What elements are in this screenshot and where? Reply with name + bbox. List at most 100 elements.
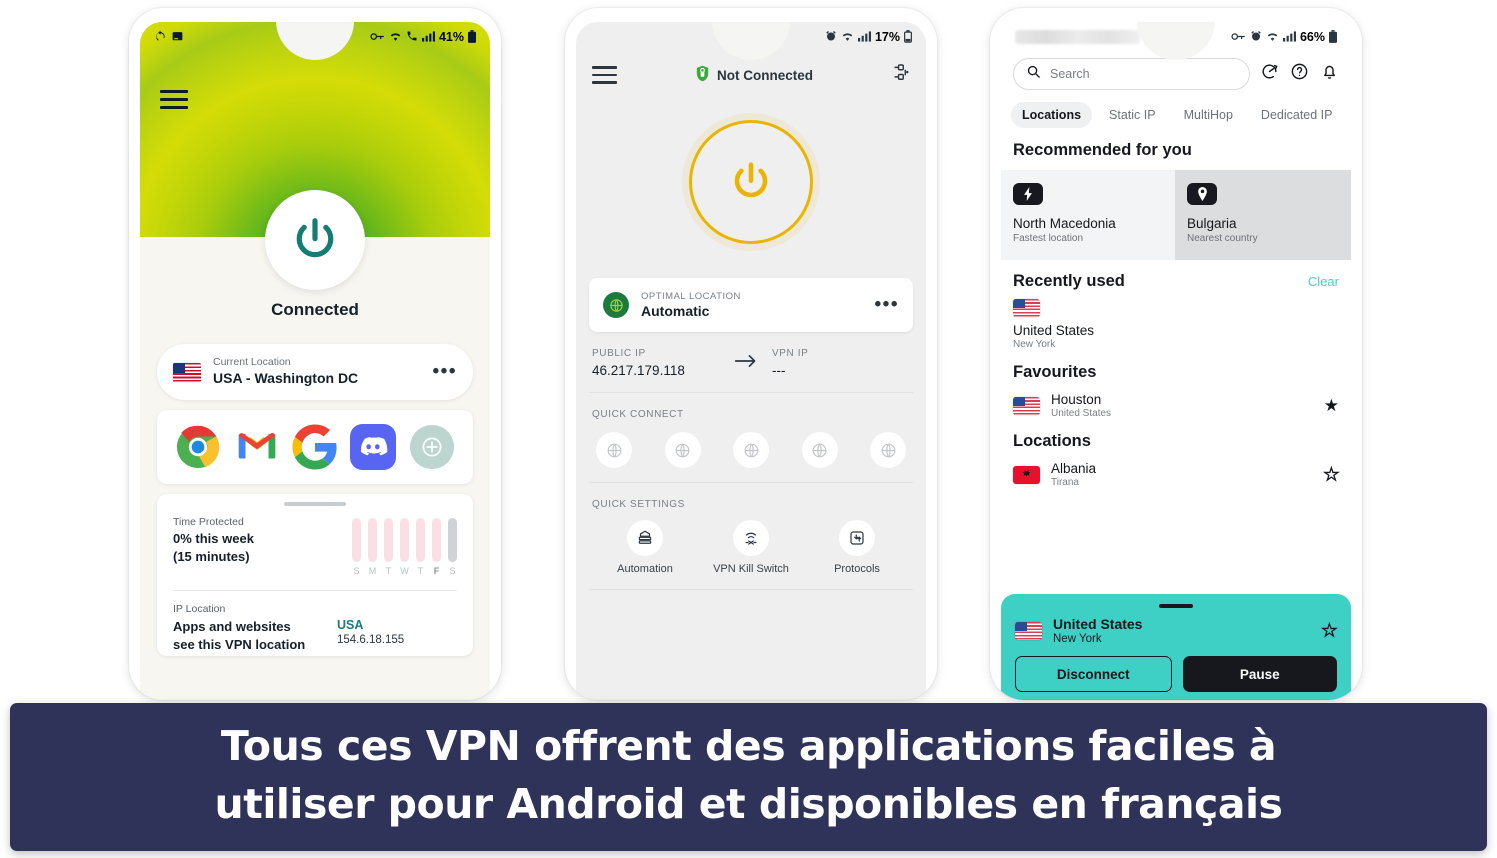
divider — [173, 590, 457, 591]
phone1-current-location-card[interactable]: Current Location USA - Washington DC ••• — [157, 344, 473, 400]
phone1-power-button[interactable] — [265, 190, 365, 290]
wifi-icon — [1266, 31, 1279, 44]
phone1-location-label: Current Location — [213, 356, 291, 369]
search-icon — [1026, 64, 1041, 84]
alarm-icon — [1250, 30, 1262, 44]
chart-bar-sat: S — [448, 518, 457, 576]
vpn-key-icon — [1231, 31, 1246, 44]
phone2-optimal-more-button[interactable]: ••• — [875, 296, 899, 314]
phone2-status-label: Not Connected — [717, 67, 813, 83]
signal-icon — [421, 30, 435, 44]
recent-item-sub: New York — [1013, 339, 1056, 350]
phone1-location-more-button[interactable]: ••• — [433, 363, 457, 381]
bar — [384, 518, 393, 562]
caption-line-2: utiliser pour Android et disponibles en … — [214, 779, 1283, 828]
favourite-list-item[interactable]: Houston United States ★ — [1001, 382, 1351, 419]
phone2-connection-status: Not Connected — [695, 65, 813, 85]
phone2-vpn-ip: VPN IP --- — [772, 348, 900, 378]
tab-dedicated-ip[interactable]: Dedicated IP — [1250, 102, 1344, 128]
phone2-settings-button[interactable] — [891, 63, 910, 87]
gmail-icon[interactable] — [234, 424, 280, 470]
phone1-time-protected-label: Time Protected — [173, 516, 244, 528]
chart-bar-thu: T — [416, 518, 425, 576]
phone2-ip-section: PUBLIC IP 46.217.179.118 VPN IP --- — [589, 332, 913, 393]
quick-connect-slot-3[interactable] — [733, 432, 769, 468]
phone2-statusbar-right: 17% — [825, 29, 912, 45]
phone3-battery-percent: 66% — [1299, 30, 1325, 44]
chart-bar-fri: F — [432, 518, 441, 576]
phone2-optimal-label: OPTIMAL LOCATION — [641, 291, 741, 302]
phone3-locations-title: Locations — [1013, 432, 1091, 450]
quick-connect-slot-2[interactable] — [664, 432, 701, 468]
disconnect-button[interactable]: Disconnect — [1015, 656, 1172, 692]
chart-bar-sun: S — [352, 518, 361, 576]
recommended-card-fastest[interactable]: North Macedonia Fastest location — [1001, 170, 1175, 260]
globe-icon — [881, 443, 895, 457]
phone1-time-protected-minutes: (15 minutes) — [173, 548, 250, 564]
recent-item-name: United States — [1013, 323, 1095, 338]
location-list-item[interactable]: Albania Tirana ★ — [1001, 451, 1351, 488]
globe-icon — [812, 443, 827, 457]
sheet-drag-handle[interactable] — [1159, 604, 1193, 608]
battery-icon — [468, 29, 476, 45]
phone3-connection-sheet: United States New York ★ Disconnect Paus… — [1001, 594, 1351, 700]
bar-label: T — [417, 566, 424, 576]
recommended-card-name: Bulgaria — [1187, 216, 1237, 231]
phone2-battery-percent: 17% — [874, 30, 900, 44]
albania-flag-icon — [1013, 465, 1040, 484]
phone2-power-button[interactable] — [689, 120, 813, 244]
phone2-public-ip-label: PUBLIC IP — [592, 348, 646, 359]
bar-label: S — [449, 566, 456, 576]
help-icon[interactable] — [1290, 62, 1309, 86]
star-outline-icon[interactable]: ★ — [1323, 464, 1340, 485]
phone1-ip-text-line1: Apps and websites — [173, 619, 291, 634]
phone3-recently-used-title: Recently used — [1013, 272, 1125, 290]
tab-static-ip[interactable]: Static IP — [1098, 102, 1167, 128]
bar — [416, 518, 425, 562]
tab-locations[interactable]: Locations — [1011, 102, 1093, 128]
star-outline-icon[interactable]: ★ — [1321, 620, 1338, 641]
automation-icon — [627, 520, 663, 556]
quick-connect-slot-5[interactable] — [870, 432, 906, 468]
phone2-optimal-location-card[interactable]: OPTIMAL LOCATION Automatic ••• — [589, 278, 913, 332]
recent-list-item[interactable]: United States New York — [1001, 291, 1351, 350]
phone2-screen: 17% Not Connected OPTIMAL LOCATION Autom… — [576, 22, 926, 700]
quick-connect-slot-1[interactable] — [596, 432, 632, 468]
phone3-header-icons — [1260, 62, 1339, 86]
star-filled-icon[interactable]: ★ — [1324, 396, 1339, 416]
favourite-item-name: Houston — [1051, 392, 1102, 407]
add-app-icon[interactable] — [409, 424, 455, 470]
vpn-key-icon — [370, 31, 385, 44]
shield-lock-icon — [695, 65, 710, 85]
phone2-quick-connect-section: QUICK CONNECT — [589, 393, 913, 483]
globe-icon — [607, 443, 621, 457]
phone1-ip-country: USA — [337, 618, 364, 632]
tab-multihop[interactable]: MultiHop — [1173, 102, 1244, 128]
phone3-statusbar-right: 66% — [1231, 29, 1337, 45]
search-input[interactable]: Search — [1013, 58, 1250, 90]
discord-icon[interactable] — [350, 424, 397, 470]
search-placeholder: Search — [1050, 67, 1090, 81]
phone1-status-text: Connected — [271, 300, 359, 319]
speed-test-icon[interactable] — [1260, 62, 1279, 86]
notification-bell-icon[interactable] — [1320, 62, 1339, 86]
chrome-icon[interactable] — [175, 424, 221, 470]
pause-button[interactable]: Pause — [1182, 656, 1337, 692]
quick-setting-automation[interactable]: Automation — [599, 520, 691, 575]
quick-setting-label: VPN Kill Switch — [713, 563, 789, 575]
quick-connect-slot-4[interactable] — [801, 432, 838, 468]
recommended-card-nearest[interactable]: Bulgaria Nearest country — [1175, 170, 1351, 260]
bar-label: S — [353, 566, 360, 576]
favourite-item-sub: United States — [1051, 408, 1112, 419]
clear-recent-button[interactable]: Clear — [1308, 274, 1339, 289]
phone2-menu-button[interactable] — [592, 66, 617, 84]
bar-label: F — [433, 566, 440, 576]
phone1-menu-button[interactable] — [160, 90, 188, 109]
quick-setting-protocols[interactable]: Protocols — [811, 520, 903, 575]
google-icon[interactable] — [292, 424, 338, 470]
wifi-icon — [389, 31, 402, 44]
caption-banner: Tous ces VPN offrent des applications fa… — [10, 702, 1487, 851]
signal-icon — [857, 30, 871, 44]
recommended-card-name: North Macedonia — [1013, 216, 1116, 231]
quick-setting-kill-switch[interactable]: VPN Kill Switch — [705, 520, 797, 575]
